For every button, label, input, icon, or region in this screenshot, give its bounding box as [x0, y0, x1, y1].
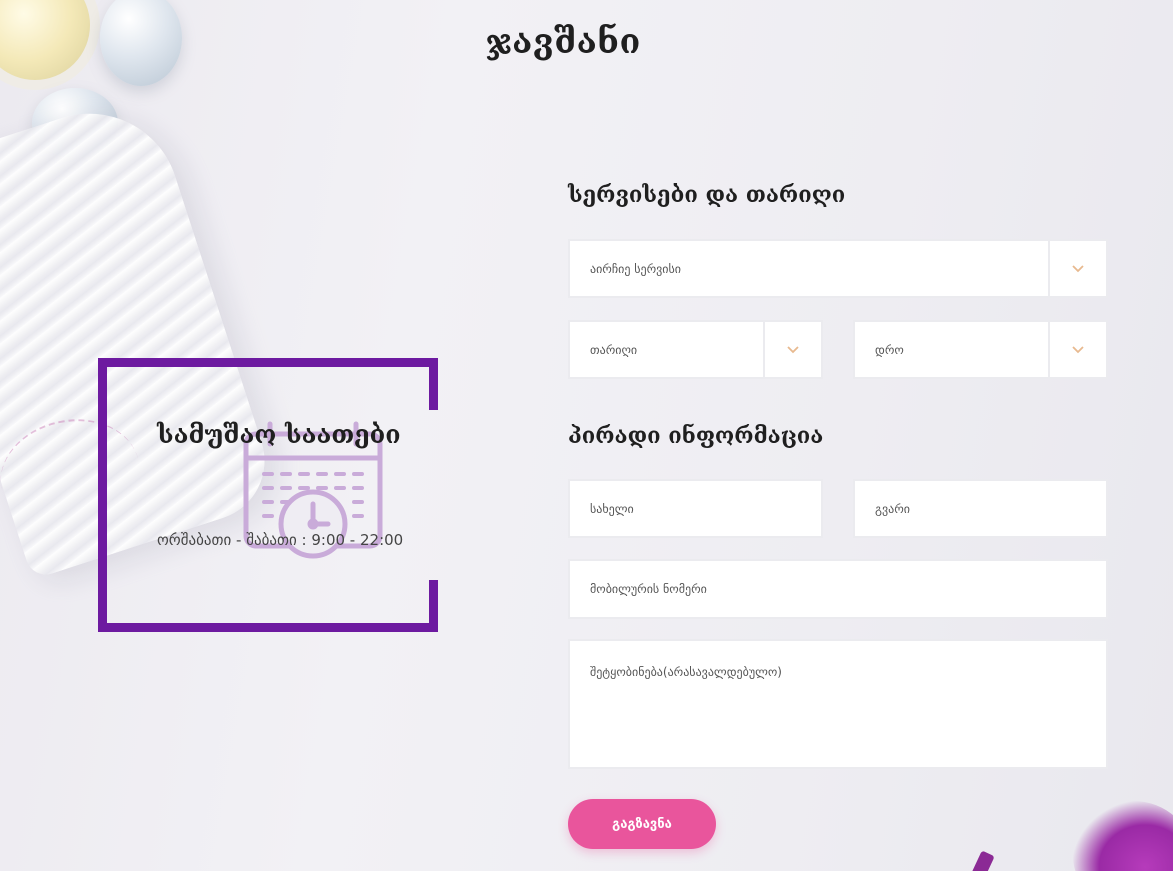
submit-button[interactable]: გაგზავნა [568, 799, 716, 849]
message-textarea[interactable]: შეტყობინება(არასავალდებულო) [568, 639, 1108, 769]
services-section-title: სერვისები და თარიღი [568, 182, 846, 208]
orchid-decoration [1073, 801, 1173, 871]
frame-left [98, 358, 107, 632]
candle-decoration [0, 0, 100, 90]
chevron-down-icon [1072, 345, 1084, 353]
frame-right-bottom [429, 580, 438, 632]
frame-bottom [98, 623, 438, 632]
chevron-down-icon [787, 345, 799, 353]
chevron-down-icon [1072, 264, 1084, 272]
frame-top [98, 358, 438, 367]
time-select-placeholder: დრო [875, 342, 904, 357]
date-select-placeholder: თარიღი [590, 342, 638, 357]
time-dropdown-toggle[interactable] [1048, 322, 1106, 377]
stone-decoration [100, 0, 182, 86]
service-select-placeholder: აირჩიე სერვისი [590, 261, 682, 276]
date-select[interactable]: თარიღი [568, 320, 823, 379]
page-title: ჯავშანი [486, 22, 641, 62]
working-hours-text: ორშაბათი - შაბათი : 9:00 - 22:00 [157, 531, 404, 549]
orchid-stem-decoration [969, 850, 995, 871]
working-hours-title: სამუშაო საათები [157, 420, 401, 449]
service-select[interactable]: აირჩიე სერვისი [568, 239, 1108, 298]
phone-field[interactable]: მობილურის ნომერი [568, 559, 1108, 619]
personal-section-title: პირადი ინფორმაცია [568, 423, 824, 449]
first-name-field[interactable]: სახელი [568, 479, 823, 538]
phone-placeholder: მობილურის ნომერი [590, 582, 707, 596]
last-name-field[interactable]: გვარი [853, 479, 1108, 538]
first-name-placeholder: სახელი [590, 501, 634, 516]
time-select[interactable]: დრო [853, 320, 1108, 379]
service-dropdown-toggle[interactable] [1048, 241, 1106, 296]
frame-right-top [429, 358, 438, 410]
last-name-placeholder: გვარი [875, 501, 910, 516]
date-dropdown-toggle[interactable] [763, 322, 821, 377]
message-placeholder: შეტყობინება(არასავალდებულო) [590, 665, 782, 679]
